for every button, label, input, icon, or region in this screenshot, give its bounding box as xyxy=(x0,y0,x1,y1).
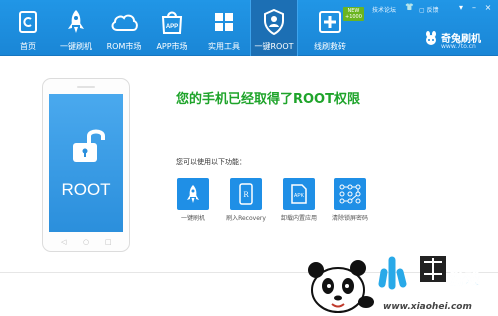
apk-icon: APK xyxy=(291,184,307,204)
nav-app-market[interactable]: APP APP市场 xyxy=(148,0,196,56)
minimize-icon[interactable]: – xyxy=(469,3,479,13)
function-flash-recovery[interactable]: R xyxy=(230,178,262,210)
nav-one-click-flash[interactable]: 一键刷机 xyxy=(52,0,100,56)
home-button-icon: ○ xyxy=(83,238,90,246)
function-clear-lock-password-label: 清除锁屏密码 xyxy=(331,215,368,222)
cloud-icon xyxy=(109,8,139,36)
watermark-brand: 游戏 xyxy=(450,270,480,288)
chat-icon: ▢ xyxy=(419,7,425,14)
function-uninstall-builtin-apps[interactable]: APK xyxy=(283,178,315,210)
phone-screen: ROOT xyxy=(49,94,123,232)
nav-line-flash-label: 线刷救砖 xyxy=(314,42,346,51)
close-icon[interactable]: × xyxy=(483,3,493,13)
shirt-icon[interactable]: 👕 xyxy=(405,3,414,11)
function-flash-recovery-label: 刷入Recovery xyxy=(226,215,266,222)
forum-link[interactable]: 技术论坛 xyxy=(372,5,396,14)
functions-caption: 您可以使用以下功能： xyxy=(176,158,246,166)
nav-rom-market[interactable]: ROM市场 xyxy=(100,0,148,56)
function-one-click-flash[interactable] xyxy=(177,178,209,210)
nav-one-click-root-label: 一键ROOT xyxy=(254,42,294,51)
nav-home[interactable]: 首页 xyxy=(4,0,52,56)
root-status-headline: 您的手机已经取得了ROOT权限 xyxy=(176,92,360,107)
nav-tools[interactable]: 实用工具 xyxy=(200,0,248,56)
menu-dropdown-icon[interactable]: ▾ xyxy=(456,3,466,13)
app-bag-icon: APP xyxy=(157,8,187,36)
root-label: ROOT xyxy=(61,180,111,199)
feedback-link[interactable]: ▢ 反馈 xyxy=(419,5,439,14)
nav-tools-label: 实用工具 xyxy=(208,42,240,51)
feedback-label: 反馈 xyxy=(426,7,439,14)
back-icon: ◁ xyxy=(61,238,67,246)
watermark-url: www.xiaohei.com xyxy=(383,302,472,312)
unlock-icon xyxy=(73,129,105,162)
phone-illustration: ROOT ◁ ○ □ xyxy=(42,78,130,252)
rocket-icon xyxy=(187,185,199,203)
svg-text:R: R xyxy=(243,191,249,199)
home-icon xyxy=(13,8,43,36)
grid-icon xyxy=(209,8,239,36)
svg-text:APP: APP xyxy=(166,24,178,30)
svg-text:APK: APK xyxy=(294,193,305,199)
nav-one-click-root[interactable]: 一键ROOT xyxy=(250,0,298,56)
rocket-icon xyxy=(61,8,91,36)
plus-box-icon xyxy=(315,8,345,36)
recovery-icon: R xyxy=(239,183,253,205)
function-clear-lock-password[interactable] xyxy=(334,178,366,210)
shield-icon xyxy=(259,8,289,36)
function-one-click-flash-label: 一键刷机 xyxy=(180,215,205,222)
brand-url: www.7to.cn xyxy=(441,43,476,50)
app-window: 首页 一键刷机 ROM市场 APP APP市场 实用工具 一键ROOT 线刷救砖… xyxy=(0,0,498,316)
new-badge: NEW +1000 xyxy=(343,7,364,21)
pattern-lock-icon xyxy=(339,184,361,204)
nav-app-market-label: APP市场 xyxy=(156,42,188,51)
rabbit-logo-icon xyxy=(426,31,436,45)
recent-apps-icon: □ xyxy=(105,238,112,246)
top-navigation-bar: 首页 一键刷机 ROM市场 APP APP市场 实用工具 一键ROOT 线刷救砖… xyxy=(0,0,498,56)
phone-speaker xyxy=(77,86,95,88)
